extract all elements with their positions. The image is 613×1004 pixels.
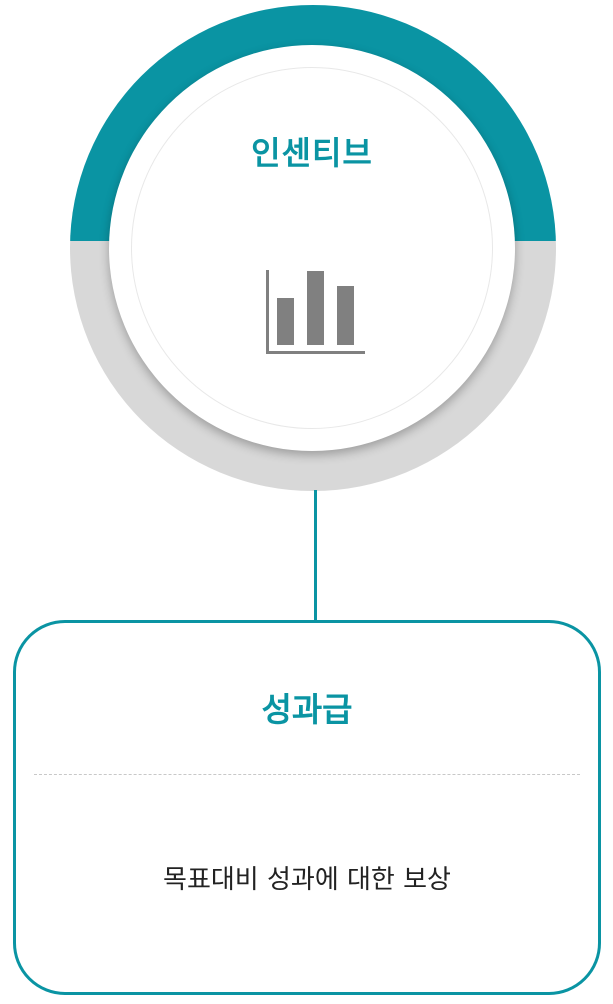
bar-chart-icon-bar-1 — [277, 298, 294, 345]
connector-line — [314, 490, 317, 622]
bar-chart-icon-bar-2 — [307, 271, 324, 345]
bar-chart-icon-axis-y — [266, 270, 269, 354]
card-description: 목표대비 성과에 대한 보상 — [163, 865, 451, 895]
badge-title: 인센티브 — [251, 134, 373, 172]
bar-chart-icon — [266, 270, 365, 354]
bar-chart-icon-axis-x — [266, 351, 365, 354]
info-card: 성과급 목표대비 성과에 대한 보상 — [13, 620, 601, 995]
bar-chart-icon-bar-3 — [337, 286, 354, 345]
card-title: 성과급 — [261, 690, 353, 729]
badge-inner-outline — [131, 67, 493, 429]
card-divider — [34, 774, 580, 775]
